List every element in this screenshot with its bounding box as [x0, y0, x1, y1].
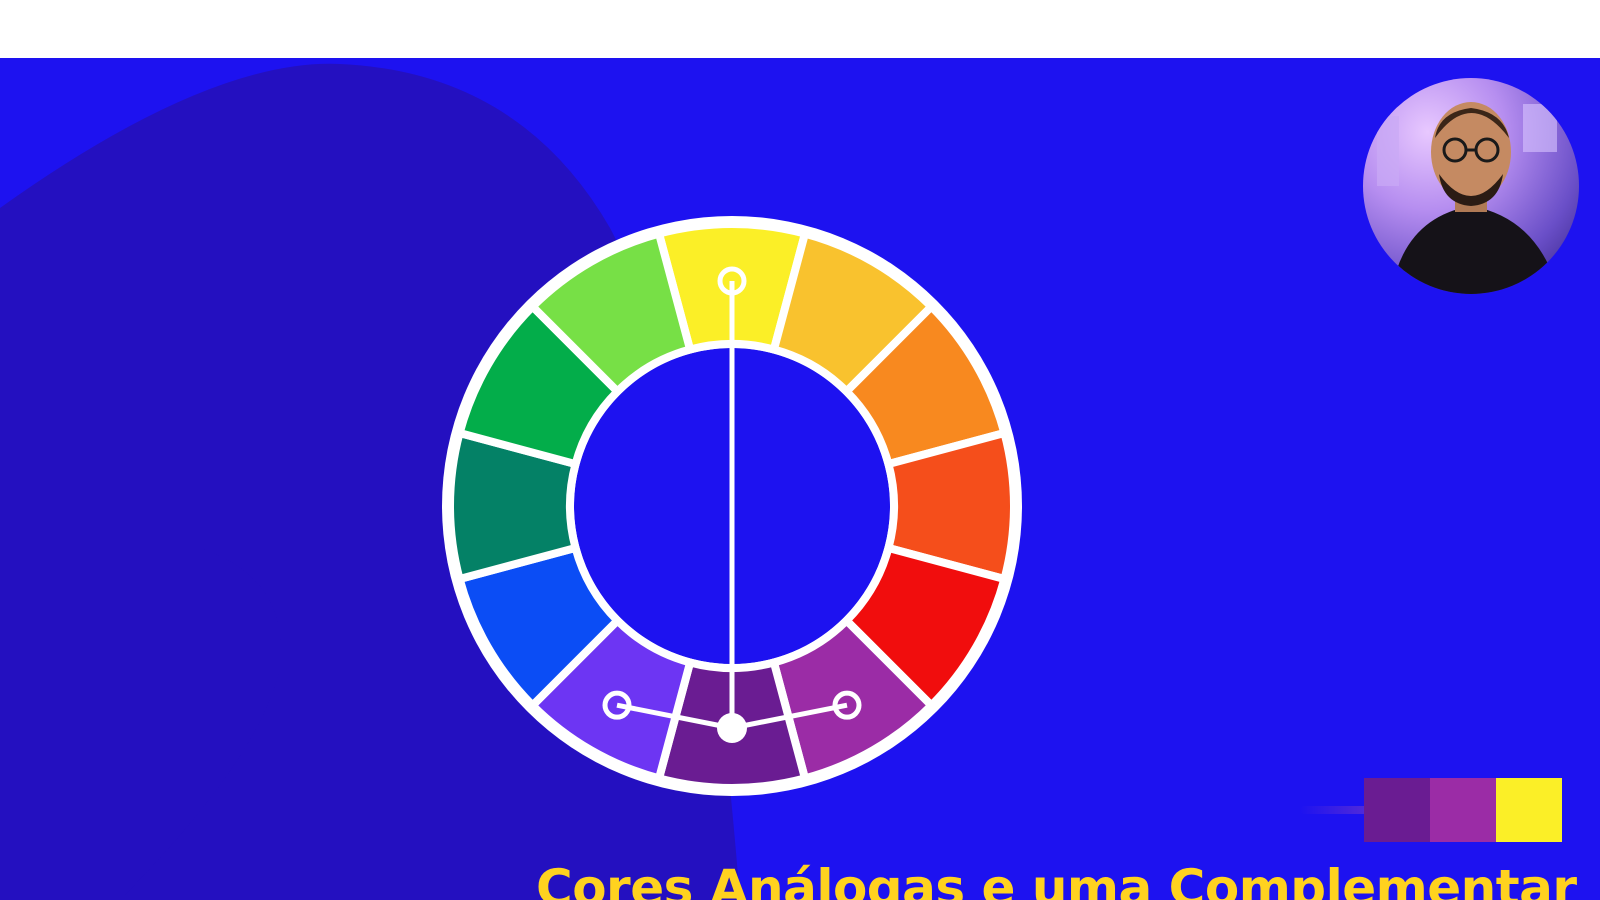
- caption-title: Cores Análogas e uma Complementar: [536, 859, 1577, 900]
- palette-swatch: [1430, 778, 1496, 842]
- scheme-connector-icon: [717, 713, 747, 743]
- video-frame: Cores Análogas e uma Complementar: [0, 58, 1600, 900]
- palette-swatch: [1364, 778, 1430, 842]
- color-palette-swatches: [1364, 778, 1562, 842]
- palette-swatch: [1496, 778, 1562, 842]
- color-wheel: [442, 216, 1022, 796]
- top-white-bar: [0, 0, 1600, 58]
- swatch-motion-trail: [1300, 806, 1370, 814]
- presenter-webcam-icon: [1363, 78, 1579, 294]
